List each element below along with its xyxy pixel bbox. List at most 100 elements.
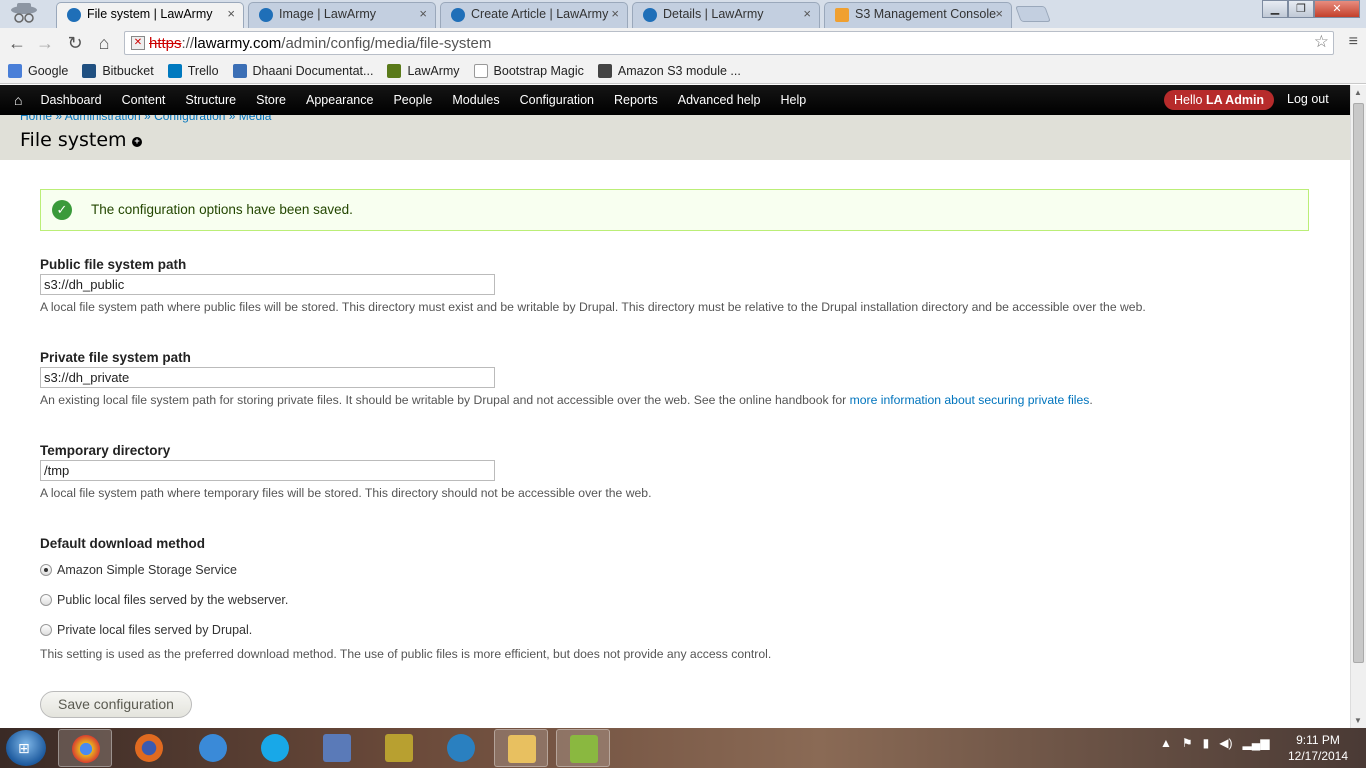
greeting-prefix: Hello [1174,93,1206,107]
taskbar-clock[interactable]: 9:11 PM 12/17/2014 [1282,732,1354,764]
admin-menu-store[interactable]: Store [256,93,286,107]
admin-menu-advanced-help[interactable]: Advanced help [678,93,761,107]
maximize-button[interactable]: ❐ [1288,0,1314,18]
tab-close-icon[interactable]: × [995,3,1003,25]
tab-image[interactable]: Image | LawArmy × [248,2,436,28]
home-icon[interactable]: ⌂ [93,32,115,54]
tab-create-article[interactable]: Create Article | LawArmy × [440,2,628,28]
notepad-icon [570,735,598,763]
taskbar-notepad[interactable] [556,729,610,767]
bitbucket-icon [82,63,97,78]
taskbar-network-tool[interactable] [310,729,364,767]
radio-button[interactable] [40,594,52,606]
download-method-description: This setting is used as the preferred do… [40,647,772,661]
scroll-down-icon[interactable]: ▼ [1354,716,1362,725]
temporary-dir-label: Temporary directory [40,443,171,458]
private-desc-suffix: . [1089,393,1093,407]
radio-label[interactable]: Public local files served by the webserv… [57,593,288,607]
new-tab-button[interactable] [1015,6,1051,22]
admin-menu-configuration[interactable]: Configuration [520,93,594,107]
radio-public-files[interactable]: Public local files served by the webserv… [40,585,771,615]
tab-title: File system | LawArmy [87,7,213,21]
user-name: LA Admin [1205,93,1265,107]
bookmarks-bar: Google Bitbucket Trello Dhaani Documenta… [0,58,1366,84]
admin-menu-content[interactable]: Content [122,93,166,107]
minimize-button[interactable]: ▁ [1262,0,1288,18]
admin-home-icon[interactable]: ⌂ [14,92,22,108]
bookmark-trello[interactable]: Trello [167,63,219,78]
radio-button[interactable] [40,624,52,636]
bookmark-label: Dhaani Documentat... [252,63,374,78]
back-icon[interactable]: ← [6,32,28,54]
tab-close-icon[interactable]: × [803,3,811,25]
taskbar-internet-explorer[interactable] [186,729,240,767]
admin-menu-help[interactable]: Help [780,93,806,107]
admin-menu-appearance[interactable]: Appearance [306,93,373,107]
bookmark-bitbucket[interactable]: Bitbucket [82,63,154,78]
save-configuration-button[interactable]: Save configuration [40,691,192,718]
radio-label[interactable]: Amazon Simple Storage Service [57,563,237,577]
drupal-icon [67,8,81,22]
bookmark-amazon-s3[interactable]: Amazon S3 module ... [597,63,741,78]
admin-menu-dashboard[interactable]: Dashboard [40,93,101,107]
tab-close-icon[interactable]: × [419,3,427,25]
action-center-flag-icon[interactable]: ⚑ [1182,736,1193,750]
private-path-input[interactable]: s3://dh_private [40,367,495,388]
battery-icon[interactable]: ▮ [1203,736,1210,750]
scrollbar-thumb[interactable] [1353,103,1364,663]
temporary-dir-field: Temporary directory /tmp A local file sy… [40,443,651,500]
radio-amazon-s3[interactable]: Amazon Simple Storage Service [40,555,771,585]
address-bar[interactable]: ✕ https://lawarmy.com/admin/config/media… [124,31,1334,55]
lawarmy-icon [387,63,402,78]
scroll-up-icon[interactable]: ▲ [1354,88,1362,97]
temporary-dir-description: A local file system path where temporary… [40,486,652,500]
page-scrollbar[interactable]: ▲ ▼ [1350,85,1366,728]
drupal-icon [259,8,273,22]
taskbar-skype[interactable] [248,729,302,767]
start-button[interactable]: ⊞ [6,730,46,766]
private-files-info-link[interactable]: more information about securing private … [850,393,1090,407]
forward-icon[interactable]: → [34,32,56,54]
reload-icon[interactable]: ↻ [64,32,86,54]
chrome-menu-icon[interactable]: ≡ [1349,33,1358,51]
radio-private-files[interactable]: Private local files served by Drupal. [40,615,771,645]
public-path-input[interactable]: s3://dh_public [40,274,495,295]
tab-close-icon[interactable]: × [227,3,235,25]
tab-close-icon[interactable]: × [611,3,619,25]
logout-link[interactable]: Log out [1287,92,1329,106]
bookmark-label: Trello [187,63,219,78]
temporary-dir-input[interactable]: /tmp [40,460,495,481]
bookmark-star-icon[interactable]: ☆ [1314,32,1329,52]
radio-button[interactable] [40,564,52,576]
admin-menu-structure[interactable]: Structure [185,93,236,107]
taskbar-sourcetree[interactable] [434,729,488,767]
ftp-tool-icon [385,734,413,762]
user-greeting-badge[interactable]: Hello LA Admin [1164,90,1275,110]
bookmark-dhaani[interactable]: Dhaani Documentat... [232,63,374,78]
bookmark-bootstrap-magic[interactable]: Bootstrap Magic [473,63,584,78]
taskbar-firefox[interactable] [122,729,176,767]
admin-menu-reports[interactable]: Reports [614,93,658,107]
admin-menu-people[interactable]: People [393,93,432,107]
tab-file-system[interactable]: File system | LawArmy × [56,2,244,28]
private-desc-text: An existing local file system path for s… [40,393,850,407]
close-window-button[interactable]: ✕ [1314,0,1360,18]
network-signal-icon[interactable]: ▂▄▆ [1243,736,1270,750]
add-shortcut-icon[interactable]: + [132,137,142,147]
show-hidden-icons-icon[interactable]: ▲ [1160,736,1172,750]
tab-details[interactable]: Details | LawArmy × [632,2,820,28]
drupal-icon [451,8,465,22]
taskbar-ftp-tool[interactable] [372,729,426,767]
volume-icon[interactable]: ◀) [1219,736,1232,750]
url-path: /admin/config/media/file-system [281,35,492,52]
tab-s3-console[interactable]: S3 Management Console × [824,2,1012,28]
taskbar-explorer[interactable] [494,729,548,767]
private-path-label: Private file system path [40,350,191,365]
bookmark-google[interactable]: Google [8,63,68,78]
taskbar-chrome[interactable] [58,729,112,767]
insecure-lock-icon[interactable]: ✕ [131,36,145,50]
doc-icon [232,63,247,78]
radio-label[interactable]: Private local files served by Drupal. [57,623,252,637]
admin-menu-modules[interactable]: Modules [452,93,499,107]
bookmark-lawarmy[interactable]: LawArmy [387,63,460,78]
